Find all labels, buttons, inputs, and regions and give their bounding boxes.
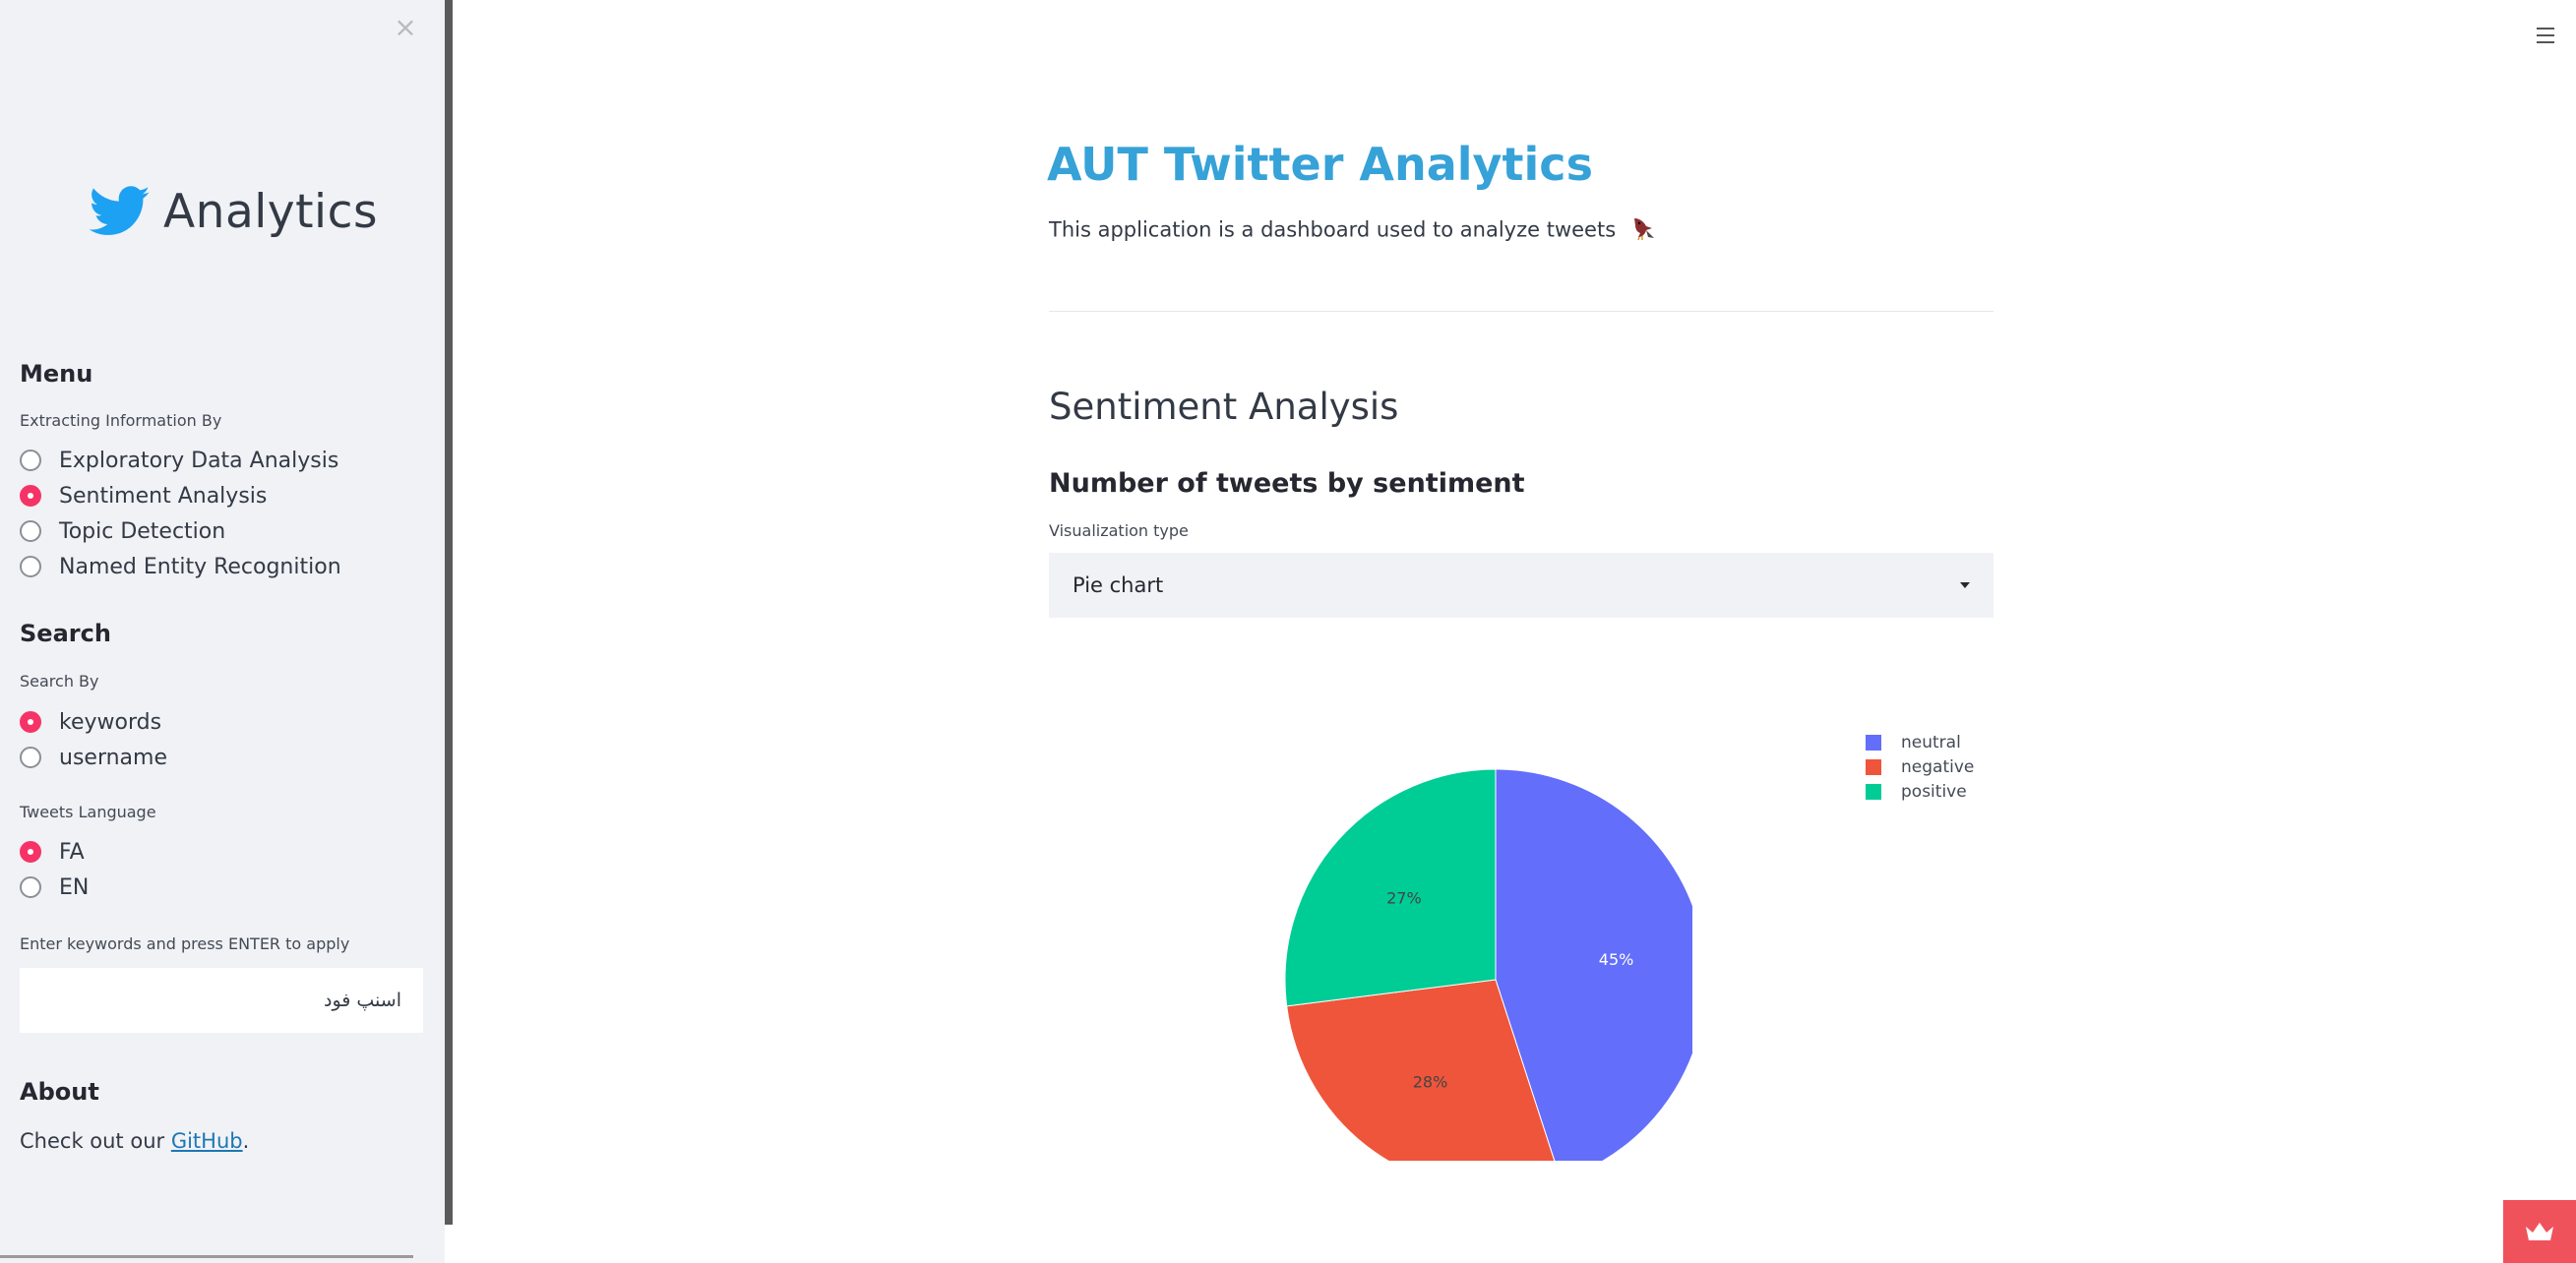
pie-chart: 45% 28% 27% [1284, 768, 1692, 1161]
visualization-type-select[interactable]: Pie chart [1049, 553, 1993, 618]
legend-label: neutral [1901, 732, 1961, 752]
radio-sentiment[interactable]: Sentiment Analysis [20, 478, 341, 513]
search-by-label: Search By [20, 672, 99, 691]
legend-swatch [1866, 783, 1881, 800]
about-prefix: Check out our [20, 1129, 171, 1153]
extract-radio-group: Exploratory Data Analysis Sentiment Anal… [20, 443, 341, 584]
legend-label: negative [1901, 756, 1975, 777]
bird-emoji-icon [1630, 216, 1656, 245]
radio-label: keywords [59, 709, 162, 735]
keywords-input[interactable] [20, 968, 423, 1033]
radio-circle[interactable] [20, 747, 41, 768]
radio-en[interactable]: EN [20, 870, 89, 905]
chart-legend: neutral negative positive [1866, 730, 1974, 804]
about-text: Check out our GitHub. [20, 1129, 249, 1153]
github-link[interactable]: GitHub [171, 1129, 243, 1153]
radio-label: username [59, 745, 167, 770]
about-heading: About [20, 1078, 99, 1106]
subtitle: This application is a dashboard used to … [1049, 216, 1656, 245]
radio-circle[interactable] [20, 520, 41, 542]
radio-topic[interactable]: Topic Detection [20, 513, 341, 549]
radio-circle[interactable] [20, 450, 41, 471]
radio-circle-selected[interactable] [20, 841, 41, 863]
radio-ner[interactable]: Named Entity Recognition [20, 549, 341, 584]
radio-label: FA [59, 839, 85, 865]
pie-label-negative: 28% [1413, 1072, 1448, 1091]
hamburger-icon[interactable] [2537, 28, 2558, 47]
divider [1049, 311, 1993, 312]
legend-item-neutral[interactable]: neutral [1866, 730, 1974, 754]
radio-eda[interactable]: Exploratory Data Analysis [20, 443, 341, 478]
pie-slice-positive[interactable] [1284, 768, 1497, 1007]
section-title: Sentiment Analysis [1049, 386, 1399, 428]
pie-label-positive: 27% [1386, 888, 1422, 907]
chevron-down-icon[interactable] [1960, 582, 1970, 588]
visualization-type-label: Visualization type [1049, 521, 1189, 540]
chart-heading: Number of tweets by sentiment [1049, 468, 1525, 499]
sidebar-resize-handle[interactable] [445, 0, 453, 1225]
menu-heading: Menu [20, 360, 93, 388]
radio-circle-selected[interactable] [20, 711, 41, 733]
close-sidebar-icon[interactable]: × [392, 14, 419, 41]
radio-circle[interactable] [20, 876, 41, 898]
radio-keywords[interactable]: keywords [20, 704, 167, 740]
radio-circle[interactable] [20, 556, 41, 577]
search-by-radio-group: keywords username [20, 704, 167, 775]
select-value: Pie chart [1073, 573, 1164, 597]
radio-username[interactable]: username [20, 740, 167, 775]
radio-label: EN [59, 874, 90, 900]
lang-label: Tweets Language [20, 803, 156, 821]
radio-label: Sentiment Analysis [59, 483, 268, 509]
sidebar: × Analytics Menu Extracting Information … [0, 0, 445, 1263]
radio-fa[interactable]: FA [20, 834, 89, 870]
radio-label: Named Entity Recognition [59, 554, 341, 579]
radio-circle-selected[interactable] [20, 485, 41, 507]
search-heading: Search [20, 620, 111, 647]
legend-item-negative[interactable]: negative [1866, 754, 1974, 779]
sidebar-scrollbar[interactable] [0, 1255, 413, 1258]
pie-label-neutral: 45% [1599, 950, 1634, 969]
keywords-label: Enter keywords and press ENTER to apply [20, 934, 350, 953]
about-suffix: . [242, 1129, 250, 1153]
legend-item-positive[interactable]: positive [1866, 779, 1974, 804]
subtitle-text: This application is a dashboard used to … [1049, 217, 1617, 242]
legend-swatch [1866, 734, 1881, 751]
logo-text: Analytics [163, 184, 378, 239]
lang-radio-group: FA EN [20, 834, 89, 905]
extract-label: Extracting Information By [20, 411, 222, 430]
streamlit-crown-icon[interactable] [2503, 1200, 2576, 1263]
legend-swatch [1866, 758, 1881, 775]
page-title: AUT Twitter Analytics [1047, 138, 1593, 191]
radio-label: Exploratory Data Analysis [59, 448, 339, 473]
radio-label: Topic Detection [59, 518, 226, 544]
app-logo: Analytics [89, 177, 378, 246]
legend-label: positive [1901, 781, 1967, 802]
twitter-bird-icon [89, 186, 151, 235]
